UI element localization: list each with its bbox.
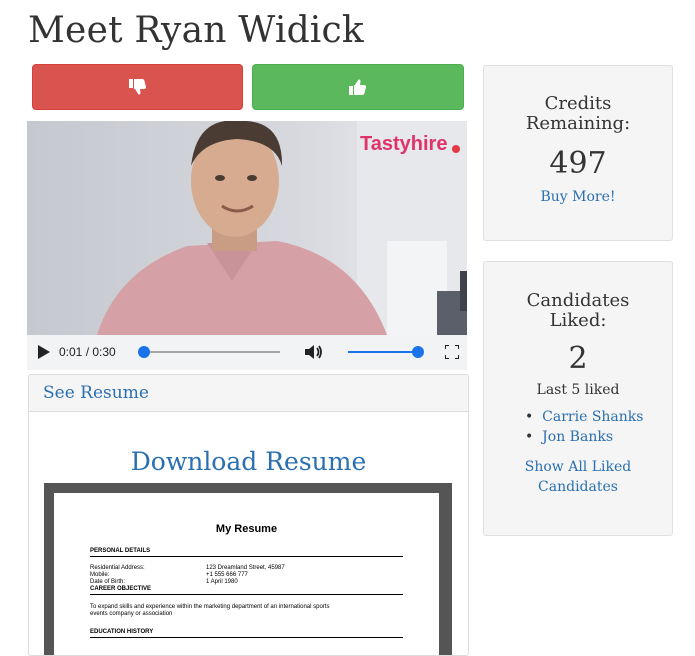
credits-heading-2: Remaining: (525, 113, 631, 134)
section-personal: PERSONAL DETAILS (90, 548, 151, 554)
section-objective: CAREER OBJECTIVE (90, 586, 152, 592)
video-time: 0:01 / 0:30 (59, 345, 116, 359)
credits-heading-1: Credits (544, 93, 612, 114)
list-item: • Jon Banks (525, 427, 672, 447)
like-button[interactable] (252, 64, 464, 110)
page-title: Meet Ryan Widick (28, 10, 364, 51)
download-resume-link[interactable]: Download Resume (29, 447, 468, 476)
bullet-icon: • (525, 409, 543, 425)
detail-label-dob: Date of Birth: (90, 579, 126, 585)
watermark-cherry-icon (452, 145, 460, 153)
play-icon[interactable] (38, 345, 50, 359)
liked-heading-2: Liked: (549, 310, 607, 331)
thumbs-up-icon (349, 79, 366, 95)
detail-value-address: 123 Dreamland Street, 45987 (206, 565, 285, 571)
fullscreen-icon[interactable] (445, 345, 459, 359)
liked-box: Candidates Liked: 2 Last 5 liked • Carri… (483, 261, 673, 536)
liked-candidate-link[interactable]: Jon Banks (542, 429, 613, 445)
objective-text-1: To expand skills and experience within t… (90, 604, 330, 610)
seek-handle[interactable] (138, 346, 151, 358)
liked-count: 2 (568, 341, 588, 376)
last-liked-label: Last 5 liked (536, 382, 620, 398)
seek-bar[interactable] (138, 346, 280, 358)
detail-label-mobile: Mobile: (90, 572, 110, 578)
resume-title: My Resume (215, 523, 278, 535)
video-controls: 0:01 / 0:30 (27, 335, 467, 370)
detail-value-mobile: +1 555 666 777 (206, 572, 248, 578)
section-rule (90, 594, 403, 595)
dislike-button[interactable] (32, 64, 243, 110)
volume-icon[interactable] (304, 344, 324, 360)
objective-text-2: events company or association (90, 611, 173, 617)
resume-panel: See Resume Download Resume My Resume PER… (28, 374, 469, 656)
thumbs-down-icon (128, 79, 146, 95)
bullet-icon: • (525, 429, 543, 445)
see-resume-link[interactable]: See Resume (43, 383, 149, 403)
section-rule (90, 637, 403, 638)
detail-value-dob: 1 April 1980 (206, 579, 238, 585)
resume-preview[interactable]: My Resume PERSONAL DETAILS Residential A… (44, 483, 452, 655)
liked-candidate-link[interactable]: Carrie Shanks (542, 409, 643, 425)
brand-watermark: Tastyhire (360, 133, 448, 155)
resume-panel-header: See Resume (29, 375, 468, 412)
detail-label-address: Residential Address: (90, 565, 145, 571)
credits-box: Credits Remaining: 497 Buy More! (483, 65, 673, 241)
volume-handle[interactable] (412, 346, 424, 358)
show-all-line-2[interactable]: Candidates (484, 477, 672, 497)
current-time: 0:01 (59, 345, 83, 359)
buy-more-link[interactable]: Buy More! (484, 189, 672, 205)
liked-heading-1: Candidates (526, 290, 630, 311)
duration: 0:30 (92, 345, 116, 359)
section-education: EDUCATION HISTORY (90, 629, 154, 635)
list-item: • Carrie Shanks (525, 407, 672, 427)
candidate-video[interactable]: Tastyhire (27, 121, 467, 335)
section-rule (90, 556, 403, 557)
resume-page: My Resume PERSONAL DETAILS Residential A… (54, 493, 439, 655)
liked-list: • Carrie Shanks • Jon Banks (484, 407, 672, 447)
show-all-line-1[interactable]: Show All Liked (484, 457, 672, 477)
volume-slider[interactable] (348, 346, 424, 358)
credits-value: 497 (549, 146, 607, 181)
show-all-liked-link[interactable]: Show All Liked Candidates (484, 457, 672, 497)
